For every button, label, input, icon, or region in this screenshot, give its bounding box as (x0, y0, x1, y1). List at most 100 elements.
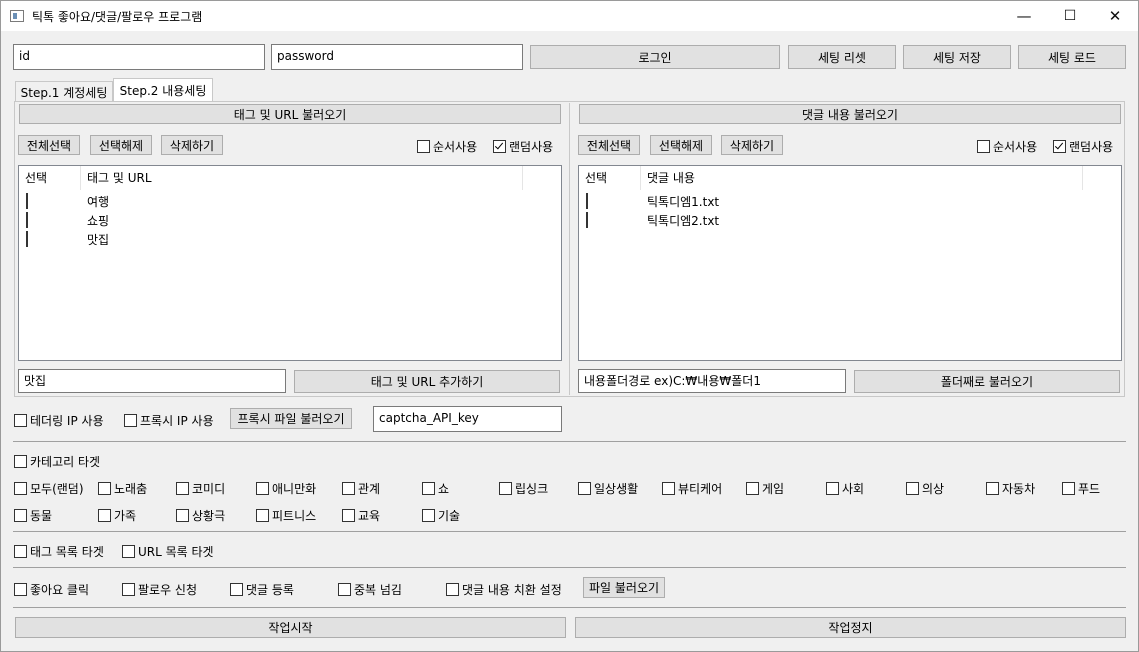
row-checkbox[interactable] (586, 193, 588, 209)
category-animal[interactable]: 동물 (14, 507, 52, 524)
like-click-checkbox[interactable]: 좋아요 클릭 (14, 581, 89, 598)
settings-save-button[interactable]: 세팅 저장 (903, 45, 1011, 69)
category-show[interactable]: 쇼 (422, 480, 449, 497)
category-label: 코미디 (192, 482, 226, 496)
category-box (176, 509, 189, 522)
category-fitness[interactable]: 피트니스 (256, 507, 316, 524)
category-lipsync[interactable]: 립싱크 (499, 480, 548, 497)
category-box (98, 509, 111, 522)
category-all-random[interactable]: 모두(랜덤) (14, 480, 84, 497)
login-button[interactable]: 로그인 (530, 45, 780, 69)
left-delete-button[interactable]: 삭제하기 (161, 135, 223, 155)
comment-post-checkbox[interactable]: 댓글 등록 (230, 581, 294, 598)
category-label: 사회 (842, 482, 865, 496)
url-list-target-box (122, 545, 135, 558)
left-sequence-checkbox[interactable]: 순서사용 (417, 138, 477, 155)
minimize-button[interactable]: — (1001, 1, 1047, 31)
category-anime[interactable]: 애니만화 (256, 480, 316, 497)
left-col-name: 태그 및 URL (87, 171, 152, 185)
folder-path-input[interactable]: 내용폴더경로 ex)C:₩내용₩폴더1 (578, 369, 846, 393)
row-checkbox[interactable] (26, 231, 28, 247)
captcha-key-input[interactable]: captcha_API_key (373, 406, 562, 432)
password-input[interactable]: password (271, 44, 523, 70)
tethering-ip-checkbox[interactable]: 테더링 IP 사용 (14, 412, 104, 429)
right-random-checkbox[interactable]: 랜덤사용 (1053, 138, 1113, 155)
category-beauty[interactable]: 뷰티케어 (662, 480, 722, 497)
row-checkbox[interactable] (26, 212, 28, 228)
list-item[interactable] (26, 231, 31, 247)
tab-account-settings[interactable]: Step.1 계정세팅 (15, 81, 113, 102)
category-target-label: 카테고리 타겟 (30, 455, 101, 469)
settings-load-button[interactable]: 세팅 로드 (1018, 45, 1126, 69)
start-button[interactable]: 작업시작 (15, 617, 566, 638)
skip-duplicate-checkbox[interactable]: 중복 넘김 (338, 581, 402, 598)
maximize-button[interactable]: ☐ (1047, 1, 1093, 31)
folder-load-button[interactable]: 폴더째로 불러오기 (854, 370, 1120, 393)
skip-duplicate-box (338, 583, 351, 596)
left-sequence-label: 순서사용 (433, 140, 478, 154)
comment-replace-checkbox[interactable]: 댓글 내용 치환 설정 (446, 581, 562, 598)
category-box (256, 509, 269, 522)
id-input[interactable]: id (13, 44, 265, 70)
right-select-all-button[interactable]: 전체선택 (578, 135, 640, 155)
comment-load-button[interactable]: 댓글 내용 불러오기 (579, 104, 1121, 124)
comment-replace-label: 댓글 내용 치환 설정 (462, 583, 562, 597)
category-label: 노래춤 (114, 482, 148, 496)
category-box (98, 482, 111, 495)
left-select-all-button[interactable]: 전체선택 (18, 135, 80, 155)
category-daily-life[interactable]: 일상생활 (578, 480, 638, 497)
tag-url-input[interactable]: 맛집 (18, 369, 286, 393)
category-situation[interactable]: 상황극 (176, 507, 225, 524)
follow-request-checkbox[interactable]: 팔로우 신청 (122, 581, 197, 598)
category-society[interactable]: 사회 (826, 480, 864, 497)
category-box (746, 482, 759, 495)
proxy-file-load-button[interactable]: 프록시 파일 불러오기 (230, 408, 352, 429)
proxy-ip-checkbox[interactable]: 프록시 IP 사용 (124, 412, 214, 429)
category-fashion[interactable]: 의상 (906, 480, 944, 497)
category-family[interactable]: 가족 (98, 507, 136, 524)
settings-reset-button[interactable]: 세팅 리셋 (788, 45, 896, 69)
category-target-checkbox[interactable]: 카테고리 타겟 (14, 453, 100, 470)
proxy-ip-box (124, 414, 137, 427)
category-label: 자동차 (1002, 482, 1036, 496)
category-food[interactable]: 푸드 (1062, 480, 1100, 497)
category-comedy[interactable]: 코미디 (176, 480, 225, 497)
row-checkbox[interactable] (26, 193, 28, 209)
category-box (422, 482, 435, 495)
tethering-ip-box (14, 414, 27, 427)
category-song-dance[interactable]: 노래춤 (98, 480, 147, 497)
stop-button[interactable]: 작업정지 (575, 617, 1126, 638)
list-item[interactable] (586, 212, 591, 228)
left-sequence-box (417, 140, 430, 153)
tab-content-settings[interactable]: Step.2 내용세팅 (113, 78, 213, 102)
left-random-checkbox[interactable]: 랜덤사용 (493, 138, 553, 155)
list-item[interactable] (26, 212, 31, 228)
category-box (499, 482, 512, 495)
category-label: 피트니스 (272, 509, 317, 523)
tag-url-add-button[interactable]: 태그 및 URL 추가하기 (294, 370, 560, 393)
category-car[interactable]: 자동차 (986, 480, 1035, 497)
right-sequence-checkbox[interactable]: 순서사용 (977, 138, 1037, 155)
comment-post-label: 댓글 등록 (246, 583, 294, 597)
tag-list-target-checkbox[interactable]: 태그 목록 타겟 (14, 543, 104, 560)
category-label: 애니만화 (272, 482, 317, 496)
category-label: 관계 (358, 482, 381, 496)
row-checkbox[interactable] (586, 212, 588, 228)
category-education[interactable]: 교육 (342, 507, 380, 524)
category-relationship[interactable]: 관계 (342, 480, 380, 497)
right-delete-button[interactable]: 삭제하기 (721, 135, 783, 155)
right-sequence-box (977, 140, 990, 153)
category-tech[interactable]: 기술 (422, 507, 460, 524)
category-box (422, 509, 435, 522)
column-separator (80, 166, 81, 190)
tag-url-load-button[interactable]: 태그 및 URL 불러오기 (19, 104, 561, 124)
list-item[interactable] (586, 193, 591, 209)
close-button[interactable]: ✕ (1092, 1, 1138, 31)
list-item[interactable] (26, 193, 31, 209)
left-deselect-button[interactable]: 선택해제 (90, 135, 152, 155)
category-game[interactable]: 게임 (746, 480, 784, 497)
right-deselect-button[interactable]: 선택해제 (650, 135, 712, 155)
file-load-button[interactable]: 파일 불러오기 (583, 577, 665, 598)
comment-list: 선택 댓글 내용 틱톡디엠1.txt 틱톡디엠2.txt (578, 165, 1122, 361)
url-list-target-checkbox[interactable]: URL 목록 타겟 (122, 543, 214, 560)
